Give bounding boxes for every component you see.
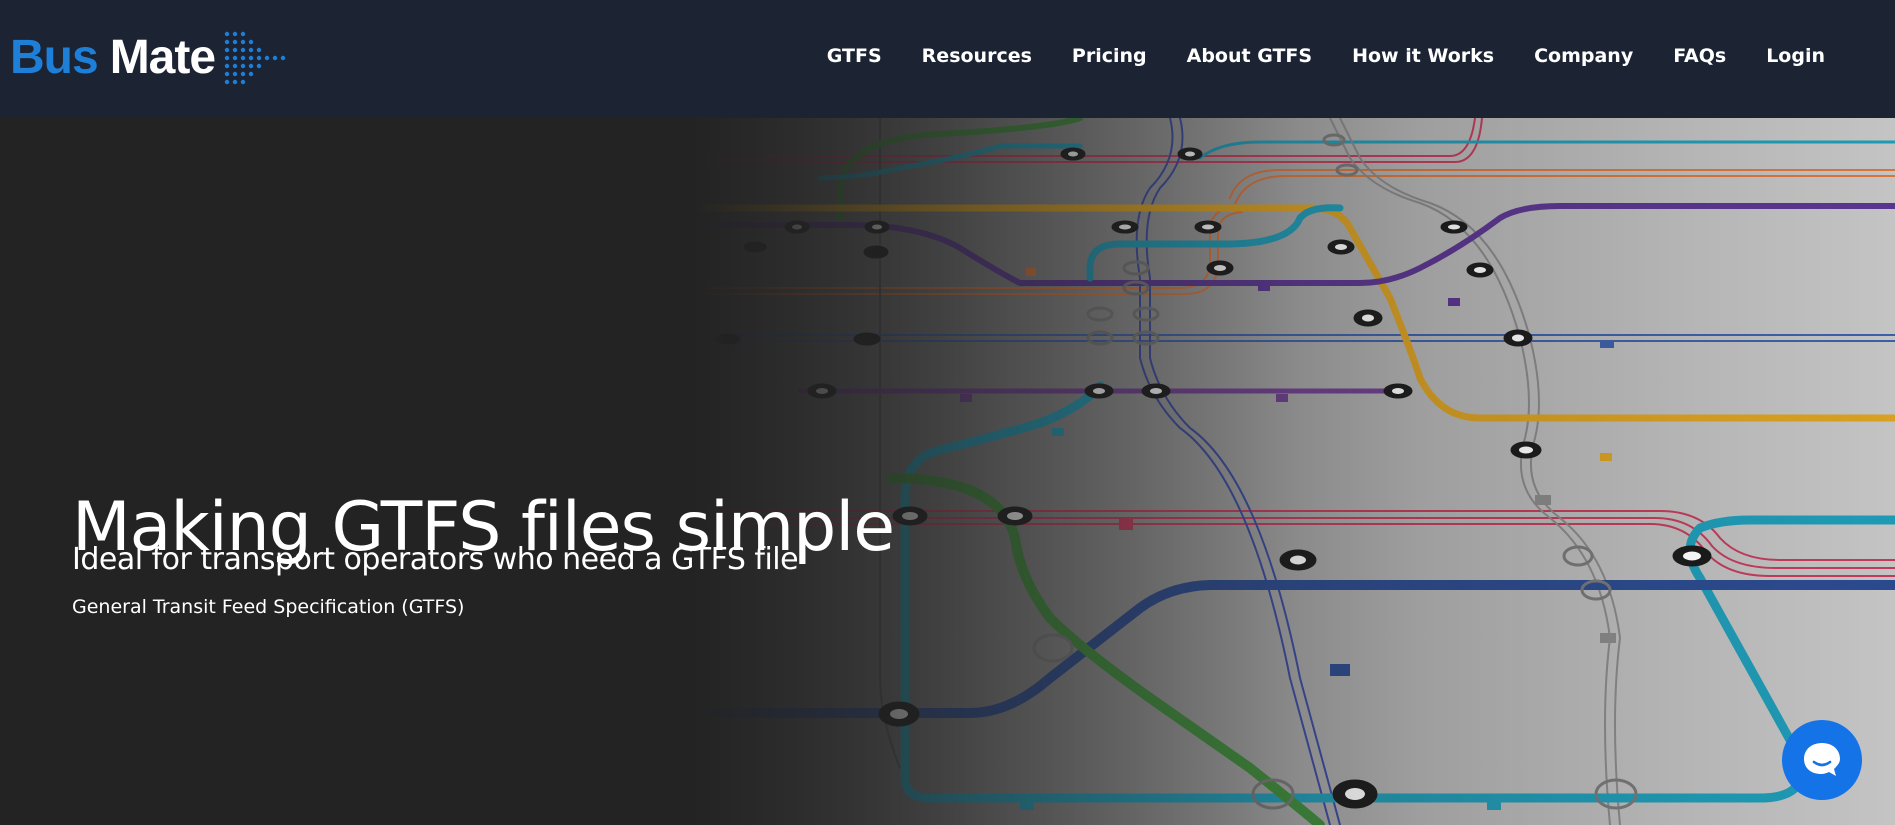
hero-section: Making GTFS files simple Ideal for trans… <box>0 118 1895 825</box>
hero-tagline: General Transit Feed Specification (GTFS… <box>72 596 465 618</box>
site-header: Bus Mate GTFS Resources Pricing About GT… <box>0 0 1895 118</box>
nav-how-it-works[interactable]: How it Works <box>1352 36 1494 76</box>
nav-pricing[interactable]: Pricing <box>1072 36 1147 76</box>
logo[interactable]: Bus Mate <box>10 28 293 88</box>
nav-about-gtfs[interactable]: About GTFS <box>1187 36 1312 76</box>
nav-resources[interactable]: Resources <box>922 36 1032 76</box>
hero-subtitle: Ideal for transport operators who need a… <box>72 542 799 577</box>
nav-company[interactable]: Company <box>1534 36 1633 76</box>
chat-bubble-icon <box>1804 743 1840 776</box>
logo-dots-icon <box>224 31 286 85</box>
main-nav: GTFS Resources Pricing About GTFS How it… <box>787 36 1825 76</box>
chat-button[interactable] <box>1782 720 1862 800</box>
nav-gtfs[interactable]: GTFS <box>827 36 882 76</box>
hero-overlay <box>0 118 1895 825</box>
logo-text-mate: Mate <box>109 31 216 84</box>
nav-login[interactable]: Login <box>1766 36 1825 76</box>
nav-faqs[interactable]: FAQs <box>1673 36 1726 76</box>
logo-text-bus: Bus <box>10 31 99 84</box>
